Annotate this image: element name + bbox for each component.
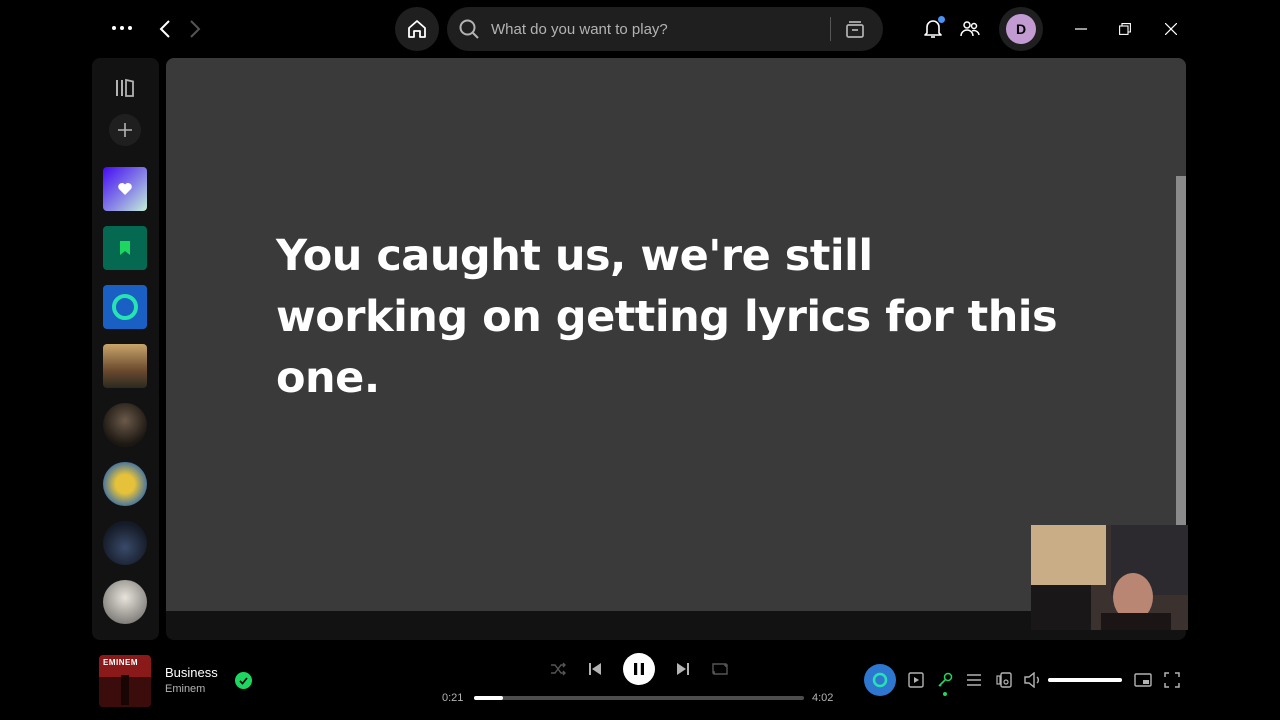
minimize-icon [1075,28,1087,30]
now-playing-view-button[interactable] [906,670,926,690]
library-sidebar [92,58,159,640]
volume-icon [1024,672,1039,688]
previous-button[interactable] [585,659,605,679]
scrollbar[interactable] [1176,176,1186,526]
browse-icon[interactable] [841,15,869,43]
artist-item-1[interactable] [103,403,147,447]
close-button[interactable] [1158,14,1184,44]
next-button[interactable] [673,659,693,679]
device-icon [996,672,1012,688]
restore-icon [1119,23,1131,35]
webcam-overlay [1031,525,1188,630]
search-divider [830,17,831,41]
now-playing-view-icon [908,672,924,688]
repeat-button[interactable] [710,659,730,679]
pause-button[interactable] [623,653,655,685]
friends-icon [960,21,980,37]
profile-button[interactable]: D [999,7,1043,51]
album-cover-text: EMINEM [103,658,138,667]
shuffle-button[interactable] [548,659,568,679]
artist-item-2[interactable] [103,462,147,506]
avatar: D [1006,14,1036,44]
dj-icon [872,672,888,688]
chevron-left-icon [159,20,170,38]
miniplayer-icon [1134,673,1152,687]
shuffle-icon [551,662,566,676]
album-cover[interactable]: EMINEM [99,655,151,707]
artist-item-4[interactable] [103,580,147,624]
time-total: 4:02 [812,692,834,704]
restore-button[interactable] [1112,14,1138,44]
playlist-item-radio[interactable] [103,344,147,388]
dj-item[interactable] [103,285,147,329]
heart-icon [118,183,132,195]
plus-icon [118,123,132,137]
notification-dot [938,16,945,23]
queue-button[interactable] [964,670,984,690]
home-icon [408,20,426,38]
dj-button[interactable] [864,664,896,696]
microphone-icon [938,672,953,687]
friend-activity-button[interactable] [955,14,985,44]
progress-bar[interactable] [474,696,804,700]
home-button[interactable] [395,7,439,51]
dj-icon [112,294,138,320]
your-episodes-item[interactable] [103,226,147,270]
library-icon[interactable] [113,76,137,100]
skip-back-icon [589,663,601,675]
more-dots-icon[interactable] [106,16,138,40]
track-artist[interactable]: Eminem [165,683,205,695]
search-bar [447,7,883,51]
queue-icon [967,674,981,686]
artist-item-3[interactable] [103,521,147,565]
time-current: 0:21 [442,692,464,704]
minimize-button[interactable] [1068,14,1094,44]
create-playlist-button[interactable] [109,114,141,146]
skip-forward-icon [677,663,689,675]
lyrics-active-dot [943,692,947,696]
fullscreen-button[interactable] [1162,670,1182,690]
lyrics-button[interactable] [935,670,955,690]
miniplayer-button[interactable] [1133,670,1153,690]
top-bar: D [0,0,1280,58]
liked-songs-item[interactable] [103,167,147,211]
lyrics-unavailable-message: You caught us, we're still working on ge… [276,231,1058,403]
volume-fill [1048,678,1122,682]
chevron-right-icon [190,20,201,38]
bookmark-icon [120,241,130,255]
connect-device-button[interactable] [994,670,1014,690]
track-title[interactable]: Business [165,665,218,680]
progress-fill [474,696,503,700]
volume-slider[interactable] [1048,678,1122,682]
back-button[interactable] [152,14,178,44]
repeat-icon [712,663,728,675]
player-bar: EMINEM Business Eminem 0:21 4:02 [0,640,1280,720]
fullscreen-icon [1164,672,1180,688]
check-icon [239,676,248,685]
search-input[interactable] [491,20,830,38]
pause-icon [634,663,644,675]
notifications-button[interactable] [918,14,948,44]
mute-button[interactable] [1023,670,1043,690]
search-icon [447,7,491,51]
close-icon [1165,23,1177,35]
forward-button[interactable] [182,14,208,44]
saved-check-button[interactable] [235,672,252,689]
